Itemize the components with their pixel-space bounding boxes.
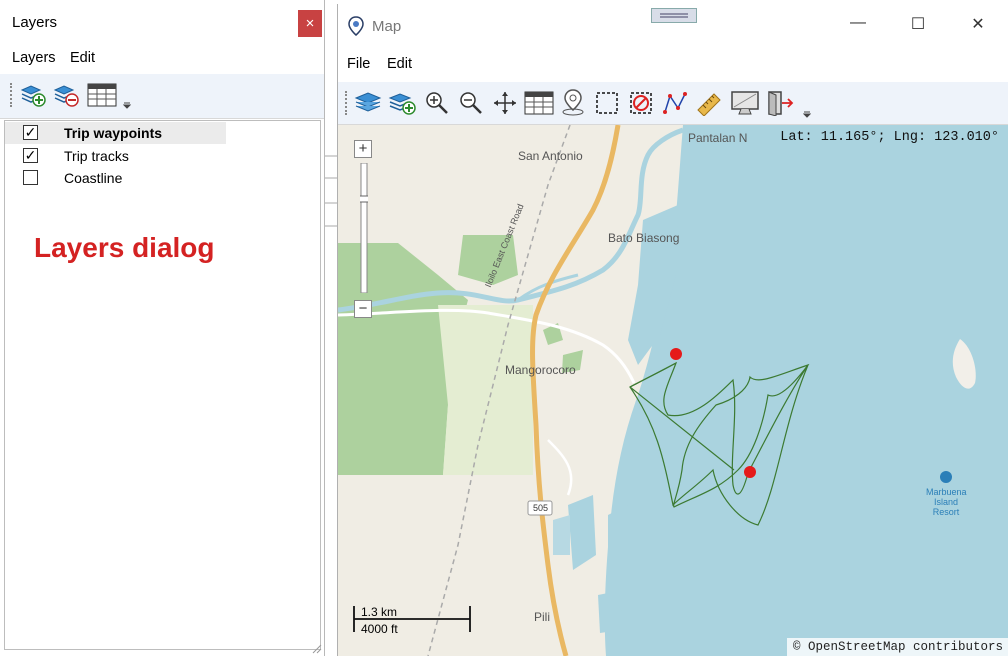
add-layer-icon[interactable] [388,90,416,116]
layers-window-title: Layers [12,14,58,31]
map-canvas[interactable]: San Antonio Pantalan N Bato Biasong Mang… [338,125,1008,656]
map-menu-file[interactable]: File [347,56,370,72]
map-basemap [338,125,1008,656]
place-label: Pili [534,610,551,624]
overflow-arrow-icon[interactable] [803,110,811,118]
layers-window: Layers × Layers Edit ✓ Trip waypoints ✓ … [0,0,325,656]
layer-checkbox[interactable] [23,170,38,185]
minimize-button[interactable]: — [838,14,878,40]
main-road [530,125,621,656]
place-label: Pantalan N [688,131,748,145]
place-label: Mangorocoro [505,363,576,377]
scale-imperial: 4000 ft [361,622,398,636]
zoom-in-icon[interactable] [424,90,450,116]
layer-row[interactable]: ✓ Trip tracks [5,145,205,167]
road-number: 505 [533,503,549,513]
layer-checkbox[interactable]: ✓ [23,148,38,163]
map-window-title: Map [372,18,402,35]
measure-icon[interactable] [696,90,722,116]
zoom-slider-handle [360,195,368,203]
zoom-in-button[interactable]: + [354,140,372,158]
map-app-icon [348,16,364,36]
resort-marker [940,471,952,483]
coordinate-readout: Lat: 11.165°; Lng: 123.010° [780,130,999,145]
toolbar-grip[interactable] [10,83,14,107]
pond-area [568,495,596,570]
select-box-icon[interactable] [594,90,620,116]
map-window: Map — ☐ ✕ File Edit San Antonio Pantalan… [337,4,1008,656]
map-close-button[interactable]: ✕ [958,14,998,40]
scale-metric: 1.3 km [361,605,398,619]
background-window-lines [325,155,337,227]
zoom-out-icon[interactable] [458,90,484,116]
exit-icon[interactable] [766,90,794,116]
resize-grip-icon[interactable] [310,642,322,654]
layers-close-button[interactable]: × [298,10,322,37]
window-drag-handle[interactable] [651,8,697,23]
clear-selection-icon[interactable] [628,90,654,116]
pond-area [598,590,623,633]
zoom-slider[interactable] [360,163,368,293]
draw-line-icon[interactable] [662,90,688,116]
place-label: San Antonio [518,149,583,163]
layers-titlebar[interactable]: Layers × [0,0,324,44]
maximize-button[interactable]: ☐ [898,14,938,40]
map-attribution: © OpenStreetMap contributors [786,638,1008,656]
remove-layer-icon[interactable] [53,82,79,108]
map-titlebar[interactable]: Map — ☐ ✕ [338,4,1008,44]
layers-menu-edit[interactable]: Edit [70,50,95,66]
screen-icon[interactable] [730,90,760,116]
overflow-arrow-icon[interactable] [123,101,131,109]
layer-row[interactable]: ✓ Trip waypoints [5,122,226,144]
layer-checkbox[interactable]: ✓ [23,125,38,140]
add-layer-icon[interactable] [20,82,46,108]
toolbar-grip[interactable] [345,91,349,115]
layer-label: Trip waypoints [64,125,163,141]
scale-bar: 1.3 km 4000 ft [352,604,472,636]
grass-area [438,305,533,475]
resort-label: Marbuena Island Resort [926,487,967,517]
layers-list: ✓ Trip waypoints ✓ Trip tracks Coastline [4,120,321,650]
pan-icon[interactable] [492,90,518,116]
place-label: Bato Biasong [608,231,680,245]
zoom-out-button[interactable]: − [354,300,372,318]
attribute-table-icon[interactable] [524,90,554,116]
waypoint-marker [670,348,682,360]
layer-label: Coastline [64,170,123,186]
layers-icon[interactable] [354,90,382,116]
map-toolbar [338,82,1008,125]
drag-handle-lines [660,13,688,18]
waypoint-marker [744,466,756,478]
layers-toolbar [0,74,324,119]
layers-dialog-annotation: Layers dialog [34,232,215,263]
layers-menubar: Layers Edit [0,44,324,72]
map-menubar: File Edit [338,50,1008,80]
attribute-table-icon[interactable] [87,82,117,108]
layer-label: Trip tracks [64,148,129,164]
layers-menu-layers[interactable]: Layers [12,50,56,66]
minor-road [547,439,573,496]
background-window-strip [325,118,337,656]
pond-area [553,515,570,555]
map-menu-edit[interactable]: Edit [387,56,412,72]
locate-icon[interactable] [560,88,586,116]
layer-row[interactable]: Coastline [5,167,205,189]
